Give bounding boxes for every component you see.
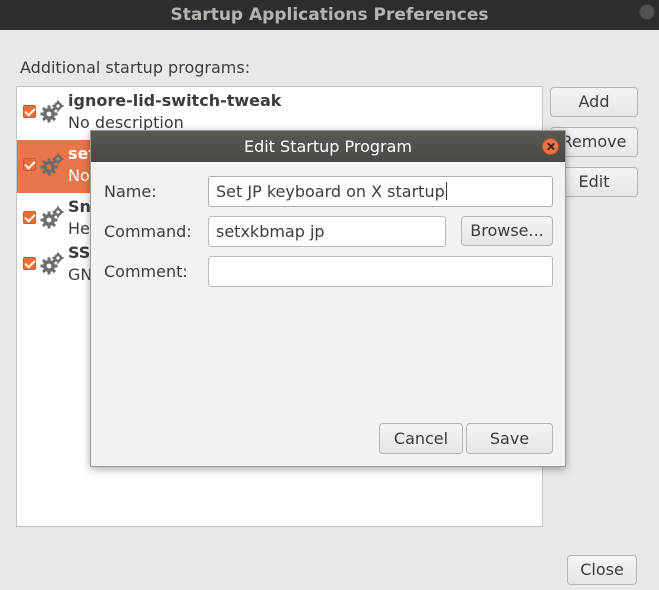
command-field[interactable]: setxkbmap jp (208, 216, 446, 247)
gears-icon (40, 153, 64, 176)
main-window-titlebar: Startup Applications Preferences (0, 0, 659, 30)
program-name: ignore-lid-switch-tweak (68, 91, 282, 110)
enabled-checkbox[interactable] (23, 257, 36, 270)
program-description: No (68, 166, 90, 185)
name-field[interactable]: Set JP keyboard on X startup (208, 176, 553, 207)
browse-button[interactable]: Browse... (461, 216, 553, 246)
name-value: Set JP keyboard on X startup (216, 182, 445, 201)
command-value: setxkbmap jp (216, 222, 325, 241)
enabled-checkbox[interactable] (23, 158, 36, 171)
add-button[interactable]: Add (550, 87, 638, 117)
save-button[interactable]: Save (466, 423, 553, 454)
gears-icon (40, 206, 64, 229)
section-label: Additional startup programs: (20, 58, 251, 77)
window-title: Startup Applications Preferences (170, 5, 489, 25)
program-description: He (68, 219, 90, 238)
program-name: SS (68, 243, 91, 262)
gears-icon (40, 252, 64, 275)
text-caret (445, 182, 447, 200)
cancel-button[interactable]: Cancel (379, 423, 463, 454)
dialog-titlebar: Edit Startup Program (91, 131, 565, 162)
window-close-icon[interactable] (639, 4, 655, 20)
program-description: GN (68, 265, 93, 284)
name-label: Name: (104, 182, 157, 201)
command-label: Command: (104, 222, 192, 241)
edit-startup-program-dialog: Edit Startup Program Name: Set JP keyboa… (90, 130, 566, 467)
comment-field[interactable] (208, 256, 553, 287)
gears-icon (40, 100, 64, 123)
close-button[interactable]: Close (567, 555, 637, 585)
dialog-title: Edit Startup Program (243, 137, 413, 156)
enabled-checkbox[interactable] (23, 105, 36, 118)
comment-label: Comment: (104, 262, 188, 281)
enabled-checkbox[interactable] (23, 211, 36, 224)
dialog-close-icon[interactable] (542, 138, 559, 155)
